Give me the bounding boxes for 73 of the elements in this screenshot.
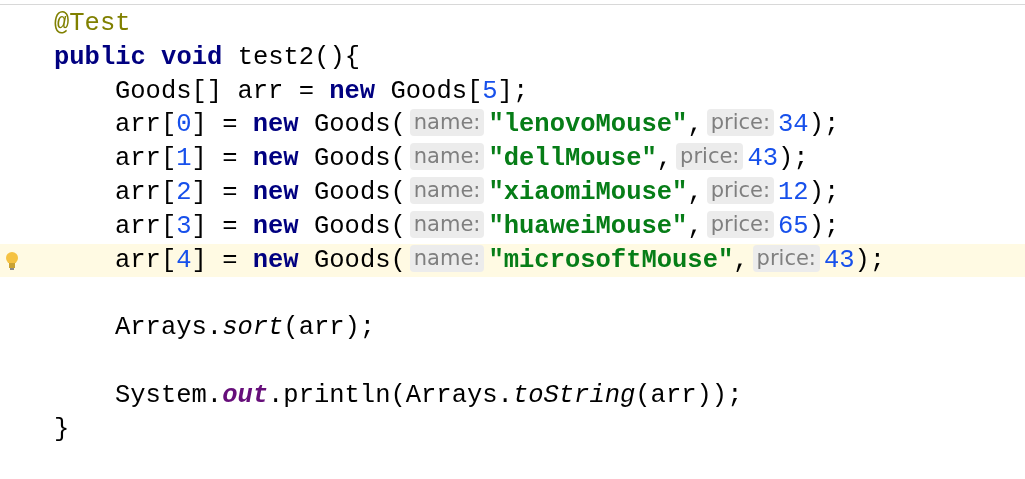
code-text: , (687, 178, 703, 207)
parameter-hint: price: (706, 210, 775, 238)
code-text: ] = (191, 178, 239, 207)
code-text: Arrays. (115, 313, 223, 343)
code-text: , (687, 110, 703, 140)
parameter-hint: price: (706, 109, 775, 137)
code-text: , (656, 144, 673, 174)
parameter-hint: name: (409, 244, 485, 272)
keyword: new (252, 178, 299, 207)
code-text: Goods( (312, 178, 406, 207)
code-text: Goods( (312, 211, 406, 241)
keyword: new (252, 211, 299, 241)
lightbulb-icon[interactable] (5, 250, 19, 271)
string-literal: "microsoftMouse" (488, 245, 734, 275)
parameter-hint: price: (752, 244, 820, 272)
number-literal: 5 (482, 76, 498, 106)
code-text: ); (778, 144, 809, 174)
parameter-hint: name: (409, 143, 485, 171)
keyword: new (329, 76, 376, 106)
number-literal: 43 (747, 144, 779, 174)
string-literal: "dellMouse" (488, 144, 657, 174)
code-text: ] = (191, 245, 239, 275)
parameter-hint: name: (409, 177, 485, 204)
keyword: public void (54, 42, 223, 72)
code-text: ] = (191, 110, 239, 140)
code-text: Goods( (312, 245, 406, 275)
field-name: out (222, 380, 269, 410)
code-text: ]; (497, 76, 529, 106)
code-text: ); (808, 211, 840, 241)
string-literal: "huaweiMouse" (488, 211, 688, 241)
number-literal: 3 (176, 211, 192, 241)
number-literal: 34 (778, 110, 809, 140)
code-text: ] = (191, 211, 239, 241)
keyword: new (252, 144, 299, 174)
code-text: Goods[] arr = (115, 76, 315, 106)
code-text: } (54, 414, 70, 444)
code-text: Goods[ (389, 76, 483, 106)
parameter-hint: name: (409, 109, 485, 137)
code-text: arr[ (115, 211, 177, 241)
parameter-hint: name: (409, 210, 485, 238)
number-literal: 43 (823, 245, 855, 275)
code-text: ); (854, 245, 886, 275)
parameter-hint: price: (706, 177, 775, 204)
string-literal: "xiaomiMouse" (488, 178, 688, 207)
number-literal: 1 (176, 144, 192, 174)
code-text: arr[ (115, 245, 177, 275)
number-literal: 65 (778, 211, 809, 241)
code-text: ); (808, 178, 840, 207)
code-text: , (733, 245, 749, 275)
code-text: System. (115, 380, 223, 410)
annotation: @Test (54, 9, 131, 38)
method-name: sort (222, 313, 284, 343)
keyword: new (252, 110, 299, 140)
keyword: new (252, 245, 299, 275)
method-name: toString (512, 380, 636, 410)
code-text: arr[ (115, 144, 177, 174)
code-text: arr[ (115, 178, 177, 207)
code-text: .println(Arrays. (268, 380, 513, 410)
number-literal: 2 (176, 178, 192, 207)
number-literal: 0 (176, 110, 192, 140)
code-text: arr[ (115, 110, 177, 140)
code-text: (arr)); (635, 380, 743, 410)
string-literal: "lenovoMouse" (488, 110, 688, 140)
code-text: (arr); (283, 313, 376, 343)
code-text: Goods( (312, 110, 406, 140)
code-text: ); (808, 110, 840, 140)
number-literal: 4 (176, 245, 192, 275)
number-literal: 12 (778, 178, 809, 207)
code-text: test2(){ (236, 42, 361, 72)
parameter-hint: price: (676, 143, 744, 171)
code-text: , (687, 211, 703, 241)
code-text: ] = (191, 144, 239, 174)
code-text: Goods( (312, 144, 406, 174)
